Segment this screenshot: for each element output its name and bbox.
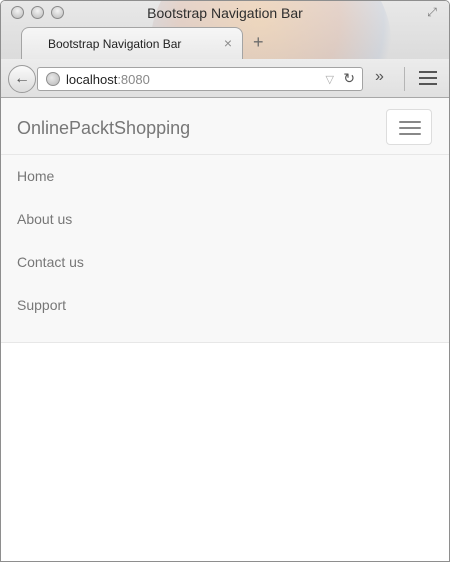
toggle-bar-icon xyxy=(399,133,421,135)
tab-label: Bootstrap Navigation Bar xyxy=(48,37,182,51)
tab-close-icon[interactable]: × xyxy=(224,35,232,51)
navbar-brand[interactable]: OnlinePacktShopping xyxy=(17,118,190,139)
url-host: localhost xyxy=(66,72,118,87)
page-content: OnlinePacktShopping Home About us Contac… xyxy=(1,98,449,561)
nav-item-support[interactable]: Support xyxy=(1,284,449,327)
nav-item-label: Home xyxy=(17,168,55,184)
window-title: Bootstrap Navigation Bar xyxy=(147,5,303,21)
url-text: localhost:8080 xyxy=(66,72,150,87)
globe-icon xyxy=(46,72,60,86)
nav-item-label: About us xyxy=(17,211,73,227)
nav-item-contact-us[interactable]: Contact us xyxy=(1,241,449,284)
nav-item-about-us[interactable]: About us xyxy=(1,198,449,241)
history-dropdown-icon[interactable]: ▽ xyxy=(326,73,334,86)
back-button[interactable]: ← xyxy=(8,65,36,93)
back-arrow-icon: ← xyxy=(14,70,30,87)
tab-strip: Bootstrap Navigation Bar × + xyxy=(1,25,449,59)
browser-toolbar: ← localhost:8080 ▽ ↻ » xyxy=(1,59,449,97)
hamburger-menu-icon[interactable] xyxy=(419,71,437,85)
tab-bootstrap-navigation-bar[interactable]: Bootstrap Navigation Bar × xyxy=(21,27,243,59)
url-bar[interactable]: localhost:8080 ▽ ↻ xyxy=(37,67,363,91)
navbar-collapse-menu: Home About us Contact us Support xyxy=(1,154,449,327)
browser-chrome: Bootstrap Navigation Bar ⤢ Bootstrap Nav… xyxy=(1,1,449,98)
toggle-bar-icon xyxy=(399,127,421,129)
overflow-chevron-icon[interactable]: » xyxy=(375,68,384,86)
fullscreen-icon[interactable]: ⤢ xyxy=(425,5,439,19)
navbar-toggle-button[interactable] xyxy=(386,109,432,145)
nav-item-label: Contact us xyxy=(17,254,84,270)
toggle-bar-icon xyxy=(399,121,421,123)
title-bar: Bootstrap Navigation Bar ⤢ xyxy=(1,1,449,25)
page-navbar: OnlinePacktShopping Home About us Contac… xyxy=(1,98,449,343)
new-tab-button[interactable]: + xyxy=(253,32,264,53)
toolbar-separator xyxy=(404,67,405,91)
url-port: :8080 xyxy=(117,72,150,87)
nav-item-home[interactable]: Home xyxy=(1,155,449,198)
browser-window: Bootstrap Navigation Bar ⤢ Bootstrap Nav… xyxy=(0,0,450,562)
reload-icon[interactable]: ↻ xyxy=(343,70,355,87)
nav-item-label: Support xyxy=(17,297,67,313)
